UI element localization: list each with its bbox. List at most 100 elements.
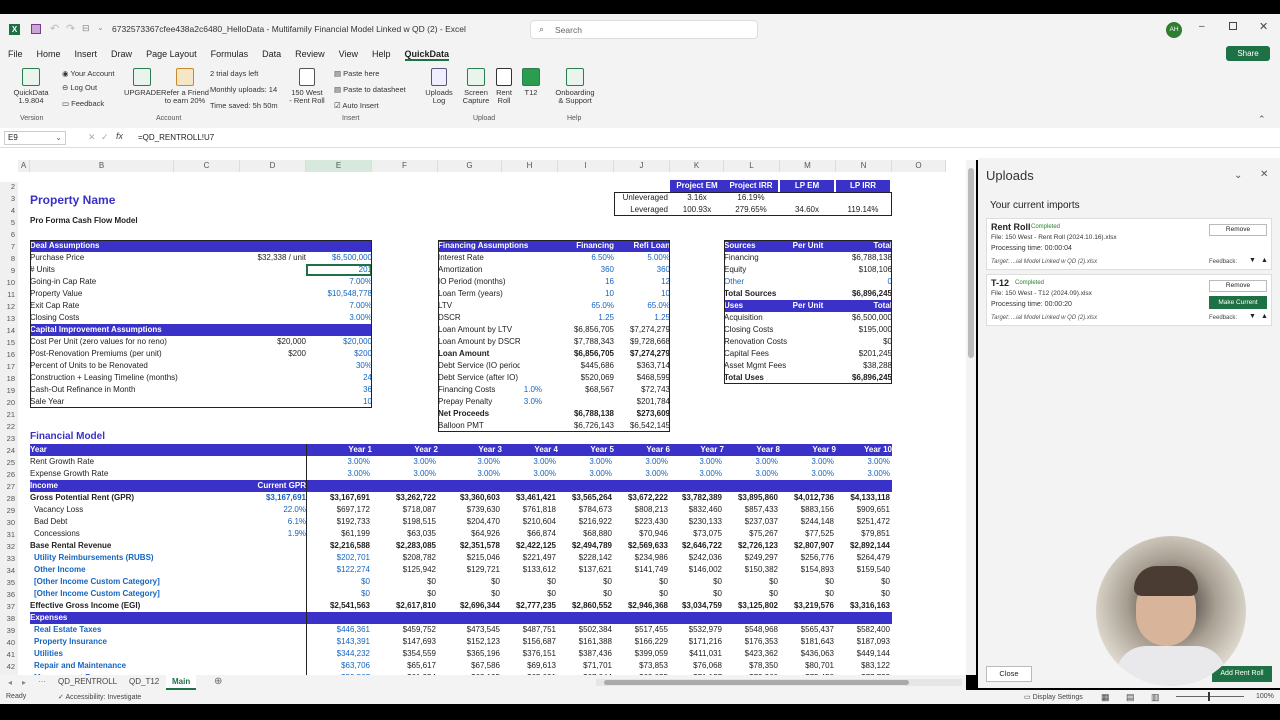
financing-value[interactable]: 1.25	[558, 312, 614, 324]
row-header[interactable]: 5	[0, 218, 18, 230]
model-value[interactable]: $73,853	[614, 660, 668, 672]
collapse-ribbon-icon[interactable]: ⌃	[1258, 114, 1266, 125]
model-value[interactable]: $3,461,421	[502, 492, 556, 504]
financing-value[interactable]: $6,788,138	[558, 408, 614, 420]
log-out-button[interactable]: ⊖ Log Out	[62, 83, 97, 92]
upgrade-button[interactable]: UPGRADE	[124, 68, 161, 97]
refi-value[interactable]: 10	[614, 288, 670, 300]
confirm-icon[interactable]: ✓	[101, 132, 109, 143]
model-value[interactable]: $0	[372, 588, 436, 600]
refi-value[interactable]: 12	[614, 276, 670, 288]
model-value[interactable]: $0	[670, 588, 722, 600]
model-value[interactable]: $187,093	[836, 636, 890, 648]
model-gpr-value[interactable]: 22.0%	[240, 504, 306, 516]
deal-value[interactable]: 7.00%	[306, 276, 372, 288]
auto-insert-checkbox[interactable]: ☑ Auto Insert	[334, 101, 379, 110]
refi-value[interactable]: $273,609	[614, 408, 670, 420]
refi-value[interactable]: $72,743	[614, 384, 670, 396]
row-header[interactable]: 20	[0, 398, 18, 410]
vertical-scrollbar[interactable]	[966, 160, 976, 675]
sheet-nav-left-icon[interactable]: ◂	[8, 678, 12, 687]
model-value[interactable]: $2,569,633	[614, 540, 668, 552]
model-value[interactable]: $228,142	[558, 552, 612, 564]
model-value[interactable]: $449,144	[836, 648, 890, 660]
model-value[interactable]: $2,216,588	[306, 540, 370, 552]
model-value[interactable]: $83,122	[836, 660, 890, 672]
model-value[interactable]: $459,752	[372, 624, 436, 636]
column-header[interactable]: G	[438, 160, 502, 172]
avatar[interactable]: AH	[1166, 22, 1182, 38]
model-value[interactable]: $808,213	[614, 504, 668, 516]
row-header[interactable]: 14	[0, 326, 18, 338]
zoom-slider[interactable]	[1176, 696, 1244, 697]
row-header[interactable]: 17	[0, 362, 18, 374]
model-value[interactable]: $487,751	[502, 624, 556, 636]
uses-total[interactable]: $38,288	[836, 360, 892, 372]
model-value[interactable]: $2,726,123	[724, 540, 778, 552]
refi-value[interactable]: $201,784	[614, 396, 670, 408]
model-value[interactable]: $63,706	[306, 660, 370, 672]
zoom-slider-handle[interactable]	[1208, 692, 1210, 701]
refi-value[interactable]: 360	[614, 264, 670, 276]
model-gpr-value[interactable]: 1.9%	[240, 528, 306, 540]
model-value[interactable]: $221,497	[502, 552, 556, 564]
model-value[interactable]: $161,388	[558, 636, 612, 648]
row-header[interactable]: 23	[0, 434, 18, 446]
paste-here-button[interactable]: ▤ Paste here	[334, 69, 379, 78]
row-header[interactable]: 3	[0, 194, 18, 206]
tab-home[interactable]: Home	[37, 49, 61, 61]
row-header[interactable]: 38	[0, 614, 18, 626]
capex-value[interactable]: 24	[306, 372, 372, 384]
rent-roll-button[interactable]: Rent Roll	[492, 68, 516, 106]
search-box[interactable]: ⌕ Search	[530, 20, 758, 39]
tab-review[interactable]: Review	[295, 49, 325, 61]
model-value[interactable]: $436,063	[780, 648, 834, 660]
model-value[interactable]: $0	[780, 576, 834, 588]
uses-total[interactable]: $195,000	[836, 324, 892, 336]
deal-value[interactable]: 7.00%	[306, 300, 372, 312]
feedback-button[interactable]: ▭ Feedback	[62, 99, 104, 108]
column-header[interactable]: K	[670, 160, 724, 172]
deal-value[interactable]: $6,500,000	[306, 252, 372, 264]
panel-collapse-icon[interactable]: ⌄	[1234, 170, 1242, 181]
column-header[interactable]: D	[240, 160, 306, 172]
model-value[interactable]: $784,673	[558, 504, 612, 516]
model-value[interactable]: 3.00%	[724, 456, 778, 468]
uses-total[interactable]: $0	[836, 336, 892, 348]
model-value[interactable]: $154,893	[780, 564, 834, 576]
model-value[interactable]: $125,942	[372, 564, 436, 576]
rent-roll-file-button[interactable]: 150 West - Rent Roll	[287, 68, 327, 106]
model-gpr-value[interactable]	[240, 540, 306, 552]
model-value[interactable]: $78,350	[724, 660, 778, 672]
model-value[interactable]: $156,687	[502, 636, 556, 648]
row-header[interactable]: 37	[0, 602, 18, 614]
model-value[interactable]: $0	[502, 588, 556, 600]
row-header[interactable]: 42	[0, 662, 18, 674]
model-value[interactable]: $3,167,691	[306, 492, 370, 504]
model-value[interactable]: $0	[724, 576, 778, 588]
model-value[interactable]: $365,196	[438, 648, 500, 660]
model-value[interactable]: 3.00%	[306, 468, 370, 480]
row-header[interactable]: 39	[0, 626, 18, 638]
model-value[interactable]: $67,586	[438, 660, 500, 672]
model-value[interactable]: $159,540	[836, 564, 890, 576]
sources-total[interactable]: $108,106	[836, 264, 892, 276]
model-value[interactable]: $137,621	[558, 564, 612, 576]
sheet-tab-main[interactable]: Main	[166, 675, 197, 690]
model-value[interactable]: 3.00%	[306, 456, 370, 468]
row-header[interactable]: 13	[0, 314, 18, 326]
model-value[interactable]: $2,617,810	[372, 600, 436, 612]
uses-total[interactable]: $6,896,245	[836, 372, 892, 384]
column-header[interactable]: E	[306, 160, 372, 172]
add-sheet-icon[interactable]: ⊕	[214, 676, 222, 687]
spreadsheet-grid[interactable]: A B C D E F G H I J K L M N O 2 3 4 5 6 7 8 9 10 11 12 13 14 15 16 17 1…	[0, 160, 966, 675]
model-value[interactable]: $761,818	[502, 504, 556, 516]
column-header[interactable]: C	[174, 160, 240, 172]
row-header[interactable]: 29	[0, 506, 18, 518]
model-value[interactable]: $69,613	[502, 660, 556, 672]
model-value[interactable]: $230,133	[670, 516, 722, 528]
model-gpr-value[interactable]	[240, 564, 306, 576]
model-value[interactable]: $2,860,552	[558, 600, 612, 612]
model-value[interactable]: $376,151	[502, 648, 556, 660]
model-value[interactable]: $3,565,264	[558, 492, 612, 504]
